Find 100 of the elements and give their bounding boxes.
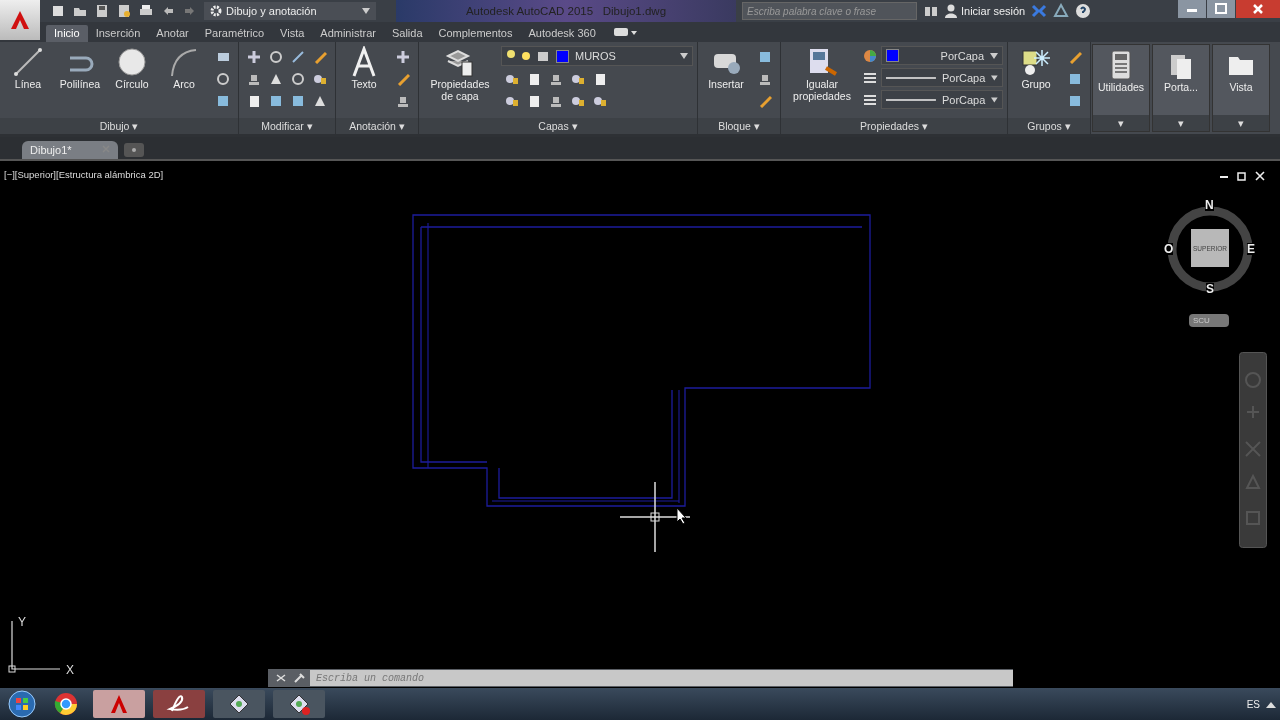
ribbon-tab[interactable]: Paramétrico — [196, 25, 273, 42]
move-cross-icon[interactable] — [396, 50, 410, 64]
document-icon[interactable] — [247, 94, 261, 108]
save-icon[interactable] — [94, 3, 110, 19]
lines-icon[interactable] — [863, 92, 877, 107]
workspace-dropdown[interactable]: Dibujo y anotación — [204, 2, 376, 20]
ribbon-tab[interactable]: Administrar — [312, 25, 384, 42]
pencil-icon[interactable] — [1068, 50, 1082, 64]
ribbon-tool-button[interactable]: Vista — [1217, 49, 1265, 93]
pencil-icon[interactable] — [396, 72, 410, 86]
panel-title-button[interactable]: ▾ — [1093, 115, 1149, 131]
ribbon-tool-button[interactable]: Utilidades — [1097, 49, 1145, 93]
square-icon[interactable] — [1068, 72, 1082, 86]
property-dropdown[interactable]: PorCapa — [881, 46, 1003, 65]
panel-title-button[interactable]: Bloque ▾ — [698, 118, 780, 134]
pencil-icon[interactable] — [313, 50, 327, 64]
ribbon-tool-button[interactable]: Línea — [4, 46, 52, 90]
square-icon[interactable] — [1068, 94, 1082, 108]
square-icon[interactable] — [291, 94, 305, 108]
ribbon-tool-button[interactable]: Texto — [340, 46, 388, 90]
ribbon-tool-button[interactable]: Polilínea — [56, 46, 104, 90]
pencil-icon[interactable] — [758, 94, 772, 108]
stack-icon[interactable] — [396, 94, 410, 108]
tray-arrow-icon[interactable] — [1266, 700, 1276, 708]
ribbon-tab[interactable]: Autodesk 360 — [520, 25, 604, 42]
move-cross-icon[interactable] — [247, 50, 261, 64]
panel-title-button[interactable]: Grupos ▾ — [1008, 118, 1090, 134]
ribbon-tool-button[interactable]: Insertar — [702, 46, 750, 90]
new-tab-icon[interactable] — [123, 143, 144, 157]
panel-title-button[interactable]: ▾ — [1153, 115, 1209, 131]
search-field[interactable]: Escriba palabra clave o frase — [742, 2, 917, 20]
ribbon-tab[interactable]: Salida — [383, 25, 431, 42]
recorder-taskbar-icon[interactable] — [272, 689, 326, 719]
panel-title-button[interactable]: Dibujo ▾ — [0, 118, 238, 134]
square-icon[interactable] — [758, 50, 772, 64]
layer-dropdown[interactable]: MUROS — [501, 46, 693, 66]
document-icon[interactable] — [593, 72, 607, 86]
caret-icon — [991, 74, 998, 81]
document-tab[interactable]: Dibujo1* — [22, 141, 118, 159]
rectangle-icon[interactable] — [216, 50, 230, 64]
square-icon[interactable] — [269, 94, 283, 108]
caret-icon — [362, 8, 370, 14]
ribbon-tool-button[interactable]: Porta... — [1157, 49, 1205, 93]
property-dropdown[interactable]: PorCapa — [881, 90, 1003, 109]
panel-title-button[interactable]: ▾ — [1213, 115, 1269, 131]
panel-title-button[interactable]: Propiedades ▾ — [781, 118, 1007, 134]
new-file-icon[interactable] — [50, 3, 66, 19]
panel-toggle-icon[interactable] — [613, 26, 638, 38]
wrench-icon[interactable] — [292, 672, 306, 684]
maximize-icon[interactable] — [1207, 0, 1235, 18]
compass-direction[interactable]: S — [1206, 283, 1214, 295]
compass-direction[interactable]: N — [1205, 199, 1214, 211]
cad-app-taskbar-icon[interactable] — [92, 689, 146, 719]
layer-name: MUROS — [575, 50, 617, 62]
stack-icon[interactable] — [758, 72, 772, 86]
axis-label: Y — [18, 615, 26, 629]
ring-icon[interactable] — [269, 50, 283, 64]
ribbon-tab[interactable]: Complementos — [430, 25, 521, 42]
compass-direction[interactable]: E — [1247, 243, 1255, 255]
panel-title-button[interactable]: Modificar ▾ — [239, 118, 335, 134]
command-input-field[interactable]: Escriba un comando — [310, 670, 1013, 686]
ribbon-tool-button[interactable]: Grupo — [1012, 46, 1060, 90]
line-segment-icon[interactable] — [291, 50, 305, 64]
triangle-icon[interactable] — [313, 94, 327, 108]
ribbon-tab[interactable]: Anotar — [148, 25, 197, 42]
line-icon — [12, 46, 44, 78]
language-indicator[interactable]: ES — [1246, 698, 1260, 710]
restore-icon[interactable] — [1236, 171, 1248, 181]
help-icon[interactable] — [1075, 3, 1092, 19]
gear-icon — [210, 5, 222, 17]
document-icon[interactable] — [527, 72, 541, 86]
stack-icon[interactable] — [247, 72, 261, 86]
lines-icon[interactable] — [863, 70, 877, 85]
color-wheel-icon[interactable] — [863, 48, 877, 63]
ribbon-tool-button[interactable]: Arco — [160, 46, 208, 90]
ring-icon[interactable] — [291, 72, 305, 86]
triangle-icon[interactable] — [1053, 3, 1070, 19]
pdf-taskbar-icon[interactable] — [152, 689, 206, 719]
diamond-app-taskbar-icon[interactable] — [212, 689, 266, 719]
app-menu-button[interactable] — [0, 0, 40, 40]
viewport-label[interactable]: [−][Superior][Estructura alámbrica 2D] — [4, 169, 164, 180]
stack-icon[interactable] — [549, 94, 563, 108]
ribbon-tool-button[interactable]: Igualar propiedades — [785, 46, 859, 102]
ribbon-tab[interactable]: Vista — [272, 25, 313, 42]
stack-icon[interactable] — [549, 72, 563, 86]
ring-icon[interactable] — [216, 72, 230, 86]
ribbon-tab[interactable]: Inicio — [46, 25, 88, 42]
sign-in-button[interactable]: Iniciar sesión — [945, 4, 1026, 18]
compass-direction[interactable]: O — [1164, 243, 1174, 255]
panel-title-button[interactable]: Anotación ▾ — [336, 118, 418, 134]
ribbon-tool-button[interactable]: Propiedades de capa — [423, 46, 497, 102]
crosshair-cursor-icon — [620, 482, 690, 552]
panel-title-button[interactable]: Capas ▾ — [419, 118, 697, 134]
mouse-pointer-icon — [676, 507, 688, 525]
property-dropdown[interactable]: PorCapa — [881, 68, 1003, 87]
ribbon-tool-button[interactable]: Círculo — [108, 46, 156, 90]
document-icon[interactable] — [527, 94, 541, 108]
square-icon[interactable] — [216, 94, 230, 108]
triangle-icon[interactable] — [269, 72, 283, 86]
ribbon-tab[interactable]: Inserción — [87, 25, 149, 42]
